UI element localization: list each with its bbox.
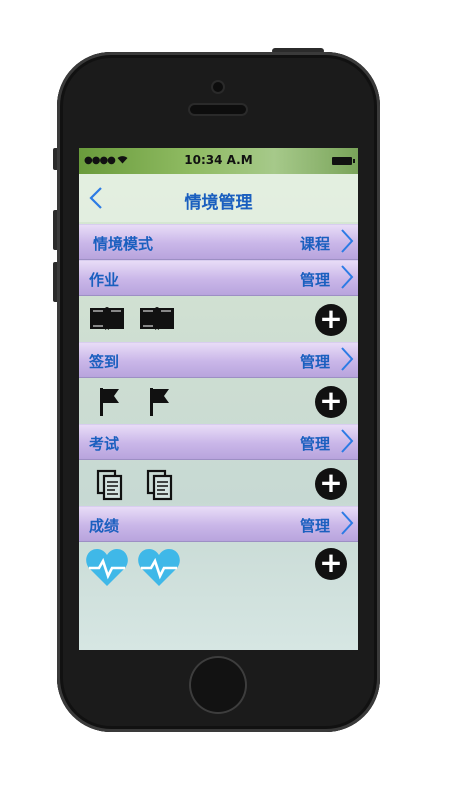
front-camera (213, 82, 223, 92)
section-label: 情境模式 (93, 235, 154, 253)
grades-items-row: + (79, 544, 358, 594)
heartbeat-icon[interactable] (137, 546, 181, 588)
section-header-scene-mode[interactable]: 情境模式 课程 (79, 224, 358, 260)
chevron-right-icon[interactable] (340, 427, 354, 462)
section-label: 成绩 (89, 517, 120, 535)
add-homework-button[interactable]: + (315, 304, 347, 336)
book-icon[interactable] (89, 304, 125, 336)
exam-items-row: + (79, 460, 358, 506)
section-header-checkin[interactable]: 签到 管理 (79, 342, 358, 378)
chevron-right-icon[interactable] (340, 345, 354, 380)
chevron-right-icon[interactable] (340, 509, 354, 544)
nav-bar: 情境管理 (79, 174, 358, 222)
book-icon[interactable] (139, 304, 175, 336)
checkin-items-row: + (79, 378, 358, 424)
screen: ●●●● 10:34 A.M 情境管理 情境模式 课程 作业 管理 + 签到 管… (79, 148, 358, 650)
section-label: 考试 (89, 435, 120, 453)
section-action-manage[interactable]: 管理 (300, 351, 330, 372)
home-button[interactable] (189, 656, 247, 714)
document-icon[interactable] (95, 468, 131, 501)
heartbeat-icon[interactable] (85, 546, 129, 588)
section-label: 作业 (89, 271, 120, 289)
page-title: 情境管理 (184, 193, 253, 213)
flag-icon[interactable] (97, 386, 133, 418)
section-header-homework[interactable]: 作业 管理 (79, 260, 358, 296)
section-label: 签到 (89, 353, 120, 371)
chevron-right-icon[interactable] (340, 263, 354, 298)
homework-items-row: + (79, 296, 358, 342)
chevron-right-icon[interactable] (340, 227, 354, 262)
section-header-grades[interactable]: 成绩 管理 (79, 506, 358, 542)
section-action-manage[interactable]: 管理 (300, 269, 330, 290)
add-checkin-button[interactable]: + (315, 386, 347, 418)
section-action-course[interactable]: 课程 (300, 233, 330, 254)
status-time: 10:34 A.M (184, 153, 253, 167)
battery-icon (332, 157, 355, 165)
section-header-exam[interactable]: 考试 管理 (79, 424, 358, 460)
earpiece-speaker (190, 105, 246, 114)
section-action-manage[interactable]: 管理 (300, 433, 330, 454)
flag-icon[interactable] (147, 386, 183, 418)
status-bar: ●●●● 10:34 A.M (79, 148, 358, 174)
section-action-manage[interactable]: 管理 (300, 515, 330, 536)
document-icon[interactable] (145, 468, 181, 501)
add-grade-button[interactable]: + (315, 548, 347, 580)
add-exam-button[interactable]: + (315, 468, 347, 500)
